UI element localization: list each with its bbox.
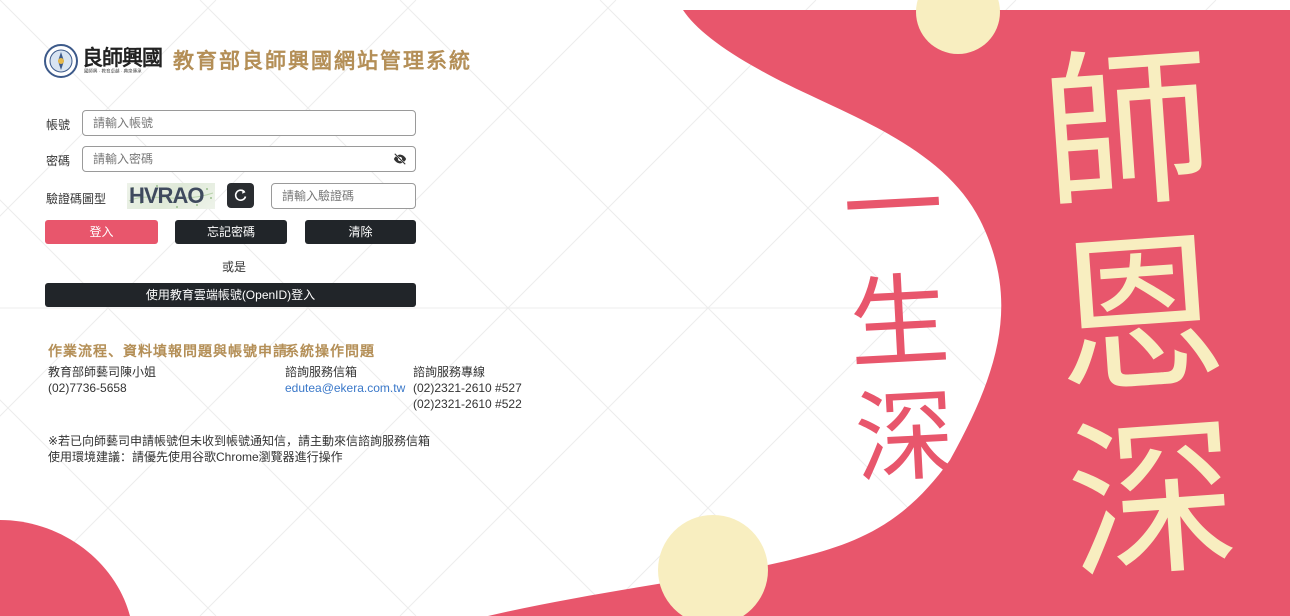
captcha-label: 驗證碼圖型 xyxy=(46,192,107,206)
password-label: 密碼 xyxy=(46,154,71,168)
site-title: 教育部良師興國網站管理系統 xyxy=(173,50,472,73)
ministry-logo: 良師興國 國師興 · 教育卓越 · 典泉傳承 xyxy=(44,42,163,82)
cream-circle-bottom xyxy=(658,515,768,616)
calligraphy-sub: 一生深 xyxy=(840,146,959,499)
email-link[interactable]: edutea@ekera.com.tw xyxy=(285,380,405,396)
hotline-label: 諮詢服務專線 xyxy=(413,365,486,379)
browser-recommendation: 使用環境建議：請優先使用谷歌Chrome瀏覽器進行操作 xyxy=(48,450,343,464)
hotline-number-2: (02)2321-2610 #522 xyxy=(413,397,522,411)
ministry-emblem-icon xyxy=(44,44,78,78)
calligraphy-main: 師恩深 xyxy=(1035,27,1245,607)
system-heading: 系統操作問題 xyxy=(285,343,375,359)
contact-phone: (02)7736-5658 xyxy=(48,381,127,395)
pink-corner-shape xyxy=(0,520,130,616)
logo-subtitle: 國師興 · 教育卓越 · 典泉傳承 xyxy=(84,68,142,75)
captcha-image: HVRAO xyxy=(127,183,215,209)
openid-login-button[interactable]: 使用教育雲端帳號(OpenID)登入 xyxy=(45,283,416,307)
clear-button[interactable]: 清除 xyxy=(305,220,416,244)
login-button[interactable]: 登入 xyxy=(45,220,158,244)
forgot-password-button[interactable]: 忘記密碼 xyxy=(175,220,287,244)
hotline-number-1: (02)2321-2610 #527 xyxy=(413,381,522,395)
password-input[interactable] xyxy=(82,146,416,172)
captcha-text: HVRAO xyxy=(129,183,204,208)
email-label: 諮詢服務信箱 xyxy=(285,365,358,379)
refresh-icon xyxy=(234,189,247,201)
contact-name: 教育部師藝司陳小姐 xyxy=(48,365,157,379)
account-input[interactable] xyxy=(82,110,416,136)
or-divider-text: 或是 xyxy=(222,260,247,274)
refresh-captcha-button[interactable] xyxy=(227,183,254,208)
account-label: 帳號 xyxy=(46,118,71,132)
account-notice: ※若已向師藝司申請帳號但未收到帳號通知信，請主動來信諮詢服務信箱 xyxy=(48,434,431,448)
workflow-heading: 作業流程、資料填報問題與帳號申請 xyxy=(48,343,288,359)
captcha-input[interactable] xyxy=(271,183,416,209)
eye-slash-icon[interactable] xyxy=(393,152,407,166)
